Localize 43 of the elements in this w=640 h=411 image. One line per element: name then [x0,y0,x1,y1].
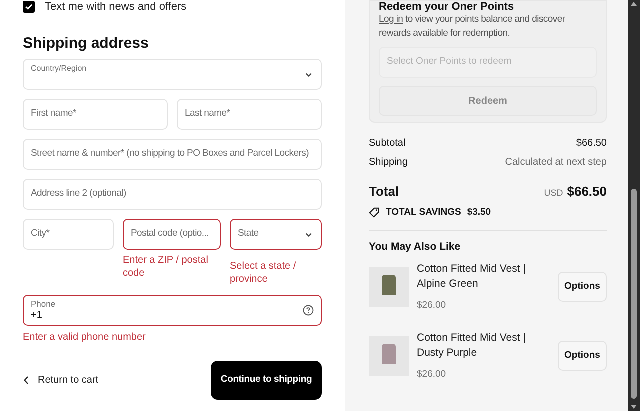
panel-title: Redeem your Oner Points [379,1,516,13]
redeem-button[interactable]: Redeem [379,86,597,116]
input-field[interactable]: Postal code (optio... [123,219,221,250]
tag-icon [369,207,380,218]
input-field[interactable]: First name* [23,99,168,130]
error-message: Enter a valid phone number [23,331,147,344]
product-price: $26.00 [417,298,448,312]
savings-label: TOTAL SAVINGS [386,206,462,220]
checkbox[interactable] [23,1,35,13]
summary-value: $66.50 [576,137,607,150]
input-field[interactable]: City* [23,219,114,250]
total-value: $66.50 [567,183,607,201]
product-photo-placeholder [369,336,409,376]
input-field[interactable]: Last name* [177,99,322,130]
product-photo-placeholder [369,267,409,308]
select-field[interactable]: Country/Region [23,59,322,90]
phone-field[interactable]: Phone +1 [23,295,322,326]
scrollbar[interactable] [628,0,640,411]
summary-value: Calculated at next step [505,156,607,169]
error-message: Select a state / province [230,260,298,286]
summary-label: Subtotal [369,137,406,150]
product-name[interactable]: Cotton Fitted Mid Vest | Dusty Purple [417,330,552,361]
return-link[interactable]: Return to cart [23,373,99,388]
help-icon[interactable] [303,305,314,316]
checkbox-label: Text me with news and offers [45,0,187,15]
currency-code: USD [544,187,564,200]
points-text: Log in to view your points balance and discover rewards available for redemption. [379,13,566,41]
continue-button[interactable]: Continue to shipping [211,361,322,400]
product-price: $26.00 [417,368,448,382]
options-button[interactable]: Options [558,272,607,302]
input-field[interactable]: Street name & number* (no shipping to PO Boxes and Parcel Lockers) [23,139,322,170]
login-link[interactable]: Log in [379,14,404,25]
total-label: Total [369,183,400,201]
input-field[interactable]: Address line 2 (optional) [23,179,322,210]
chevron-left-icon [23,376,30,385]
savings-value: $3.50 [467,206,492,220]
select-field[interactable]: State [230,219,322,250]
product-name[interactable]: Cotton Fitted Mid Vest | Alpine Green [417,262,552,292]
options-button[interactable]: Options [558,341,607,372]
section-title: Shipping address [23,35,150,53]
summary-label: Shipping [369,156,408,169]
error-message: Enter a ZIP / postal code [123,254,210,280]
recommendations-title: You May Also Like [369,240,462,255]
